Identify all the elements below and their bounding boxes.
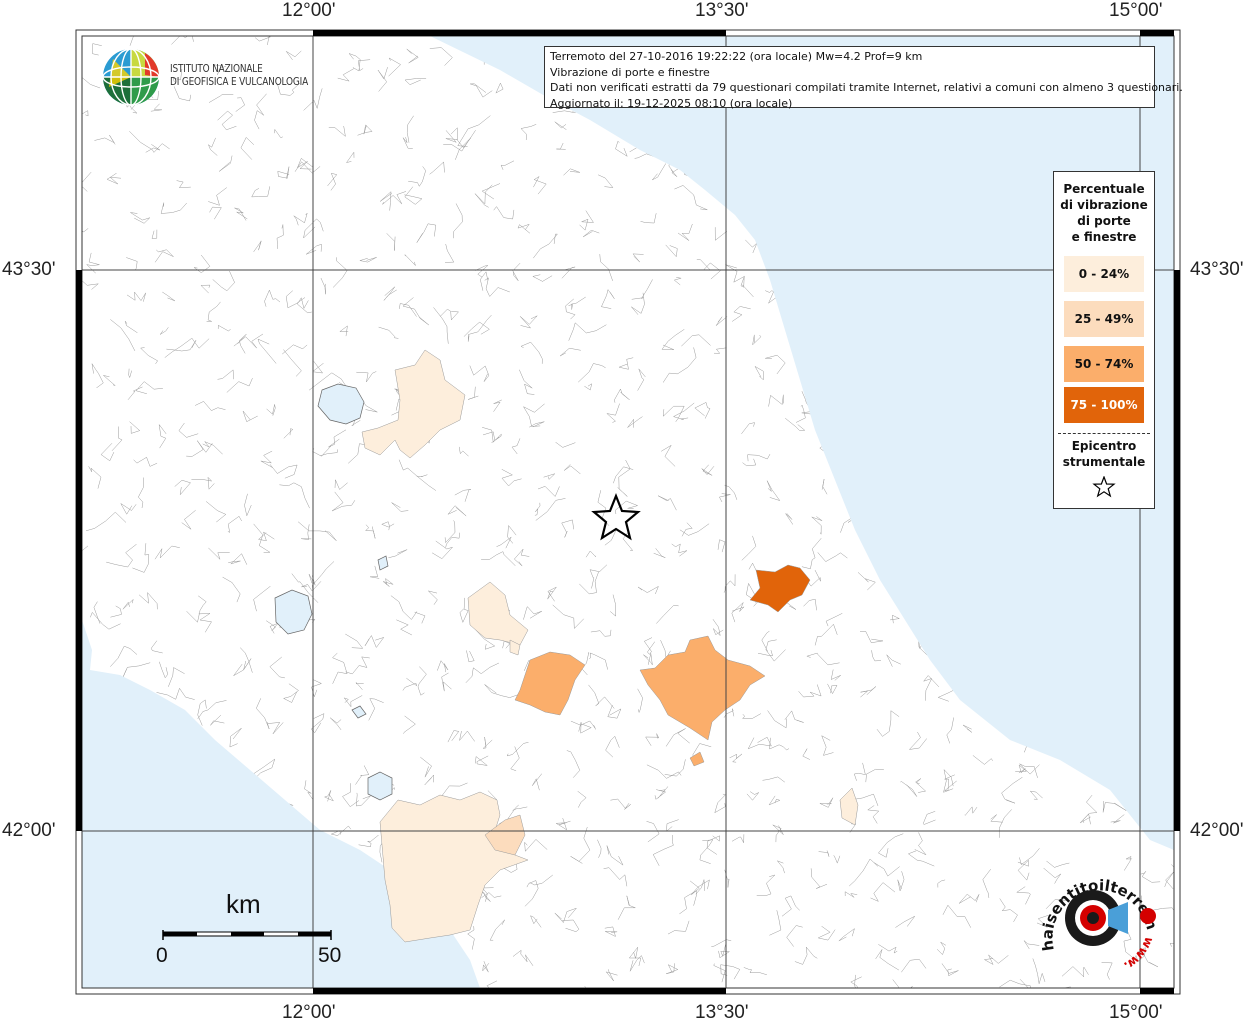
boundary-line: [1200, 656, 1220, 673]
legend-title-line: e finestre: [1071, 230, 1137, 244]
svg-text:www.: www.: [1121, 935, 1156, 973]
legend-title-line: Percentuale: [1063, 182, 1145, 196]
boundary-line: [967, 995, 989, 1013]
boundary-line: [795, 1013, 817, 1024]
boundary-line: [258, 994, 270, 1018]
tick-top-1: 12°00': [282, 0, 336, 21]
boundary-line: [1065, 986, 1072, 988]
boundary-line: [1173, 964, 1174, 966]
boundary-line: [844, 1013, 862, 1024]
legend: Percentuale di vibrazione di porte e fin…: [1053, 171, 1155, 509]
boundary-line: [343, 1001, 353, 1021]
boundary-line: [575, 1008, 579, 1020]
tick-top-2: 13°30': [695, 0, 749, 21]
haisentito-logo: haisentitoilterremoto.it www.: [1036, 862, 1161, 973]
info-line-1: Terremoto del 27-10-2016 19:22:22 (ora l…: [550, 50, 923, 63]
info-line-2: Vibrazione di porte e finestre: [550, 65, 710, 79]
boundary-line: [390, 1016, 409, 1019]
boundary-line: [1189, 536, 1202, 538]
boundary-line: [1192, 549, 1231, 559]
boundary-line: [628, 1015, 645, 1024]
scale-end: 50: [318, 944, 342, 967]
boundary-line: [875, 998, 887, 1009]
info-line-4: Aggiornato il: 19-12-2025 08:10 (ora loc…: [550, 96, 793, 110]
tick-bottom-2: 13°30': [695, 1002, 749, 1023]
boundary-line: [939, 1019, 958, 1024]
boundary-line: [433, 1008, 447, 1022]
boundary-line: [1189, 396, 1201, 405]
boundary-line: [1203, 792, 1215, 813]
tick-bottom-3: 15°00': [1109, 1002, 1163, 1023]
boundary-line: [1173, 113, 1174, 114]
legend-item-25-49: 25 - 49%: [1064, 301, 1144, 337]
boundary-line: [1192, 465, 1204, 476]
tick-right-2: 42°00': [1190, 820, 1244, 841]
info-line-3: Dati non verificati estratti da 79 quest…: [550, 81, 1183, 94]
boundary-line: [1177, 40, 1193, 60]
scale-start: 0: [156, 944, 168, 967]
brand-url: www.: [1121, 935, 1156, 973]
logo-line-2: DI GEOFISICA E VULCANOLOGIA: [170, 76, 309, 88]
globe-icon: [102, 48, 160, 106]
lake-bracciano: [367, 771, 393, 801]
boundary-line: [163, 1002, 174, 1019]
star-icon: [1092, 476, 1116, 498]
legend-title: Percentuale di vibrazione di porte e fin…: [1054, 181, 1154, 245]
ingv-logo: ISTITUTO NAZIONALE DI GEOFISICA E VULCAN…: [101, 47, 321, 107]
boundary-line: [1187, 986, 1206, 1006]
legend-item-0-24: 0 - 24%: [1064, 256, 1144, 292]
tick-top-3: 15°00': [1109, 0, 1163, 21]
legend-item-75-100: 75 - 100%: [1064, 387, 1144, 423]
boundary-line: [1176, 58, 1193, 74]
boundary-line: [1198, 306, 1217, 313]
boundary-line: [250, 1013, 276, 1018]
boundary-line: [1069, 1009, 1079, 1021]
legend-epi-line: strumentale: [1062, 455, 1146, 469]
legend-epi-line: Epicentro: [1071, 439, 1137, 453]
tick-left-1: 43°30': [2, 259, 56, 280]
legend-item-50-74: 50 - 74%: [1064, 346, 1144, 382]
event-info-box: Terremoto del 27-10-2016 19:22:22 (ora l…: [544, 46, 1183, 110]
boundary-line: [794, 996, 832, 1011]
boundary-line: [1184, 142, 1206, 164]
tick-bottom-1: 12°00': [282, 1002, 336, 1023]
boundary-line: [347, 995, 362, 1015]
boundary-line: [175, 999, 197, 1020]
legend-title-line: di vibrazione: [1060, 198, 1148, 212]
boundary-line: [584, 1011, 609, 1023]
boundary-line: [1173, 214, 1174, 216]
legend-title-line: di porte: [1077, 214, 1131, 228]
logo-line-1: ISTITUTO NAZIONALE: [170, 63, 263, 75]
tick-left-2: 42°00': [2, 820, 56, 841]
tick-right-1: 43°30': [1190, 259, 1244, 280]
legend-epicenter-label: Epicentro strumentale: [1054, 438, 1154, 470]
boundary-line: [456, 1006, 472, 1024]
scale-unit: km: [226, 889, 261, 919]
legend-divider: [1058, 433, 1150, 434]
boundary-line: [67, 1006, 86, 1018]
boundary-line: [1019, 1004, 1028, 1016]
